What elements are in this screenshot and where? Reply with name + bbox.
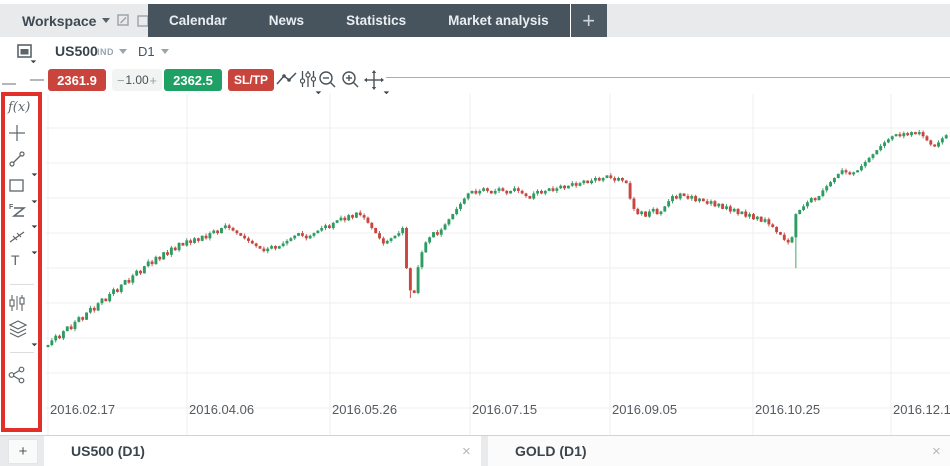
crosshair-tool[interactable] bbox=[8, 124, 34, 146]
panel-handle-dash bbox=[2, 83, 16, 85]
chart-type-line-icon[interactable] bbox=[276, 70, 298, 90]
trend-line-tool[interactable] bbox=[8, 150, 34, 172]
submenu-marker bbox=[29, 168, 37, 176]
chart-tab-gold[interactable]: GOLD (D1) × bbox=[488, 436, 950, 466]
trade-toolbar: 2361.9 − 1.00 + 2362.5 SL/TP bbox=[0, 66, 950, 94]
tab-news[interactable]: News bbox=[248, 4, 325, 37]
submenu-marker bbox=[381, 86, 389, 94]
instrument-bar: US500 IND D1 bbox=[0, 37, 950, 66]
add-chart-button[interactable]: + bbox=[8, 439, 38, 464]
symbol-name: US500 bbox=[55, 43, 98, 59]
tab-calendar[interactable]: Calendar bbox=[148, 4, 248, 37]
indicators-fx-button[interactable]: f(x) bbox=[8, 100, 34, 122]
indicators-icon[interactable] bbox=[300, 70, 318, 90]
instrument-type-badge: IND bbox=[97, 47, 114, 57]
volume-increase-button[interactable]: + bbox=[149, 73, 157, 88]
trading-platform-window: Workspace Calendar News Statistics Marke… bbox=[0, 0, 950, 466]
close-tab-icon[interactable]: × bbox=[932, 443, 941, 460]
compare-candles-tool[interactable] bbox=[8, 294, 34, 316]
submenu-marker bbox=[28, 55, 36, 63]
share-tool[interactable] bbox=[8, 366, 34, 388]
toolbar-divider bbox=[10, 284, 34, 285]
grid-lines bbox=[45, 94, 950, 435]
timeframe-dropdown-icon[interactable] bbox=[161, 49, 169, 54]
chart-layout-icon[interactable] bbox=[17, 44, 33, 59]
close-tab-icon[interactable]: × bbox=[462, 443, 471, 460]
submenu-marker bbox=[29, 338, 37, 346]
channel-tool[interactable] bbox=[8, 228, 34, 250]
zoom-in-icon[interactable] bbox=[341, 70, 363, 90]
svg-text:F: F bbox=[9, 204, 14, 211]
buy-button[interactable]: 2362.5 bbox=[164, 69, 222, 91]
pan-move-icon[interactable] bbox=[364, 70, 386, 90]
toolbar-separator bbox=[386, 77, 950, 78]
workspace-title: Workspace bbox=[22, 13, 96, 29]
panel-handle-dash bbox=[30, 79, 44, 81]
popout-icon[interactable] bbox=[117, 14, 130, 27]
chart-tab-us500[interactable]: US500 (D1) × bbox=[44, 436, 481, 466]
symbol-dropdown-icon[interactable] bbox=[119, 49, 127, 54]
chart-tabs-bar: + US500 (D1) × GOLD (D1) × bbox=[0, 435, 950, 466]
workspace-menu[interactable]: Workspace bbox=[0, 4, 148, 37]
chart-panel: f(x) F T bbox=[0, 94, 950, 435]
rectangle-tool[interactable] bbox=[8, 177, 34, 199]
timeframe-select[interactable]: D1 bbox=[138, 44, 155, 59]
submenu-marker bbox=[29, 220, 37, 228]
text-tool[interactable]: T bbox=[8, 252, 37, 274]
sell-button[interactable]: 2361.9 bbox=[48, 69, 106, 91]
fibonacci-tool[interactable]: F bbox=[8, 202, 34, 224]
sltp-button[interactable]: SL/TP bbox=[228, 69, 274, 91]
layers-tool[interactable] bbox=[8, 320, 34, 342]
volume-decrease-button[interactable]: − bbox=[117, 73, 125, 88]
chevron-down-icon bbox=[102, 18, 110, 23]
volume-value[interactable]: 1.00 bbox=[125, 73, 148, 87]
candlestick-chart[interactable] bbox=[45, 94, 950, 435]
drawing-toolbar: f(x) F T bbox=[0, 94, 45, 435]
chart-tab-label: GOLD (D1) bbox=[515, 443, 587, 459]
volume-stepper: − 1.00 + bbox=[112, 69, 162, 91]
tab-statistics[interactable]: Statistics bbox=[325, 4, 427, 37]
workspace-tabs: Calendar News Statistics Market analysis… bbox=[148, 4, 607, 37]
workspace-bar: Workspace Calendar News Statistics Marke… bbox=[0, 4, 950, 37]
chart-tab-label: US500 (D1) bbox=[71, 443, 145, 459]
toolbar-divider bbox=[10, 352, 34, 353]
tab-market-analysis[interactable]: Market analysis bbox=[427, 4, 570, 37]
add-workspace-tab-button[interactable]: + bbox=[570, 4, 607, 37]
zoom-out-icon[interactable] bbox=[318, 70, 340, 90]
